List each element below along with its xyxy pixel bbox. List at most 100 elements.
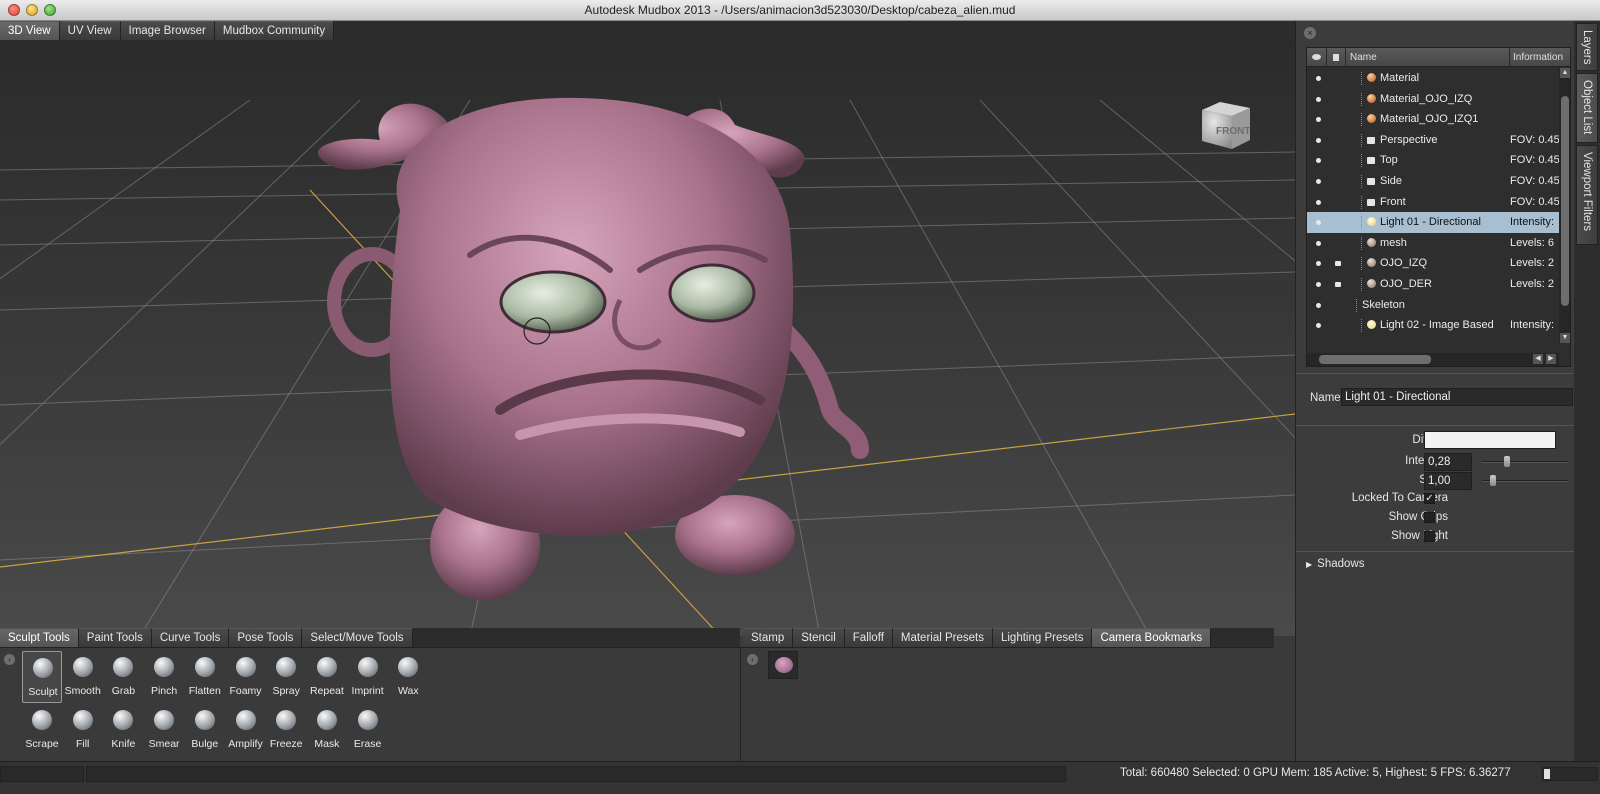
camera-bookmark-thumbnail[interactable] (768, 651, 798, 679)
tab-pose-tools[interactable]: Pose Tools (229, 628, 303, 647)
tab-lighting-presets[interactable]: Lighting Presets (992, 628, 1093, 647)
collapse-panel-button[interactable]: × (1304, 27, 1316, 39)
visibility-dot-icon[interactable] (1316, 96, 1321, 102)
tab-falloff[interactable]: Falloff (844, 628, 893, 647)
visibility-dot-icon[interactable] (1316, 117, 1321, 123)
object-list-row[interactable]: Skeleton (1307, 295, 1570, 316)
information-column-header[interactable]: Information (1510, 48, 1570, 67)
visibility-column-header[interactable] (1307, 48, 1327, 67)
object-list-row[interactable]: Material_OJO_IZQ (1307, 89, 1570, 110)
tray-collapse-icon[interactable]: ‹ (747, 654, 758, 665)
visibility-dot-icon[interactable] (1316, 261, 1321, 267)
scroll-down-arrow-icon[interactable]: ▼ (1560, 333, 1570, 343)
visibility-dot-icon[interactable] (1316, 199, 1321, 205)
lock-icon[interactable] (1335, 261, 1341, 267)
horizontal-scroll-thumb[interactable] (1319, 355, 1431, 364)
object-list-row[interactable]: OJO_IZQ Levels: 2 (1307, 253, 1570, 274)
object-list-horizontal-scrollbar[interactable]: ◀ ▶ (1307, 353, 1559, 366)
viewport-canvas[interactable]: FRONT (0, 40, 1295, 636)
tree-connector (1356, 298, 1357, 312)
scroll-up-arrow-icon[interactable]: ▲ (1560, 68, 1570, 78)
shadows-section-header[interactable]: ▶ Shadows (1306, 558, 1364, 570)
name-column-header[interactable]: Name (1346, 48, 1510, 67)
object-list-row[interactable]: OJO_DER Levels: 2 (1307, 274, 1570, 295)
visibility-dot-icon[interactable] (1316, 158, 1321, 164)
object-list-row[interactable]: Perspective FOV: 0.45 (1307, 130, 1570, 151)
scale-field[interactable]: 1,00 (1424, 472, 1472, 490)
name-field[interactable]: Light 01 - Directional (1341, 388, 1573, 406)
tray-collapse-icon[interactable]: ‹ (4, 654, 15, 665)
row-name: OJO_IZQ (1380, 257, 1428, 270)
row-name: Perspective (1380, 133, 1438, 146)
tool-wax[interactable]: Wax (388, 651, 428, 703)
3d-viewport[interactable]: FRONT (0, 40, 1295, 636)
tab-paint-tools[interactable]: Paint Tools (78, 628, 152, 647)
tab-image-browser[interactable]: Image Browser (120, 21, 215, 40)
object-list-row[interactable]: Material (1307, 68, 1570, 89)
tab-layers[interactable]: Layers (1576, 23, 1598, 71)
visibility-dot-icon[interactable] (1316, 323, 1321, 329)
intensity-slider[interactable] (1482, 456, 1568, 467)
material-icon (1367, 73, 1376, 82)
object-list-row[interactable]: Light 02 - Image Based Intensity: (1307, 315, 1570, 336)
tab-select-move-tools[interactable]: Select/Move Tools (302, 628, 413, 647)
tab-stencil[interactable]: Stencil (793, 628, 845, 647)
visibility-dot-icon[interactable] (1316, 240, 1321, 246)
scale-slider[interactable] (1482, 475, 1568, 486)
tab-stamp[interactable]: Stamp (743, 628, 794, 647)
visibility-dot-icon[interactable] (1316, 137, 1321, 143)
scroll-left-arrow-icon[interactable]: ◀ (1533, 354, 1543, 364)
view-cube[interactable]: FRONT (1202, 102, 1250, 149)
fill-tool-icon (72, 710, 93, 730)
object-list-table: Name Information Material Material_OJO_IZ… (1306, 47, 1571, 367)
row-name: OJO_DER (1380, 278, 1432, 290)
visibility-dot-icon[interactable] (1316, 179, 1321, 184)
diffuse-color-swatch[interactable] (1424, 431, 1556, 449)
tab-object-list[interactable]: Object List (1576, 73, 1598, 143)
object-list-vertical-scrollbar[interactable]: ▲ ▼ (1559, 68, 1570, 343)
tab-curve-tools[interactable]: Curve Tools (151, 628, 230, 647)
mesh-icon (1367, 237, 1376, 247)
tab-camera-bookmarks[interactable]: Camera Bookmarks (1092, 628, 1212, 647)
visibility-dot-icon[interactable] (1316, 220, 1321, 226)
show-light-checkbox[interactable] (1424, 531, 1435, 542)
tab-material-presets[interactable]: Material Presets (892, 628, 993, 647)
status-info-field (86, 766, 1066, 782)
wax-tool-icon (398, 657, 419, 677)
tab-viewport-filters[interactable]: Viewport Filters (1576, 145, 1598, 245)
vertical-scroll-thumb[interactable] (1561, 96, 1569, 306)
divider (1296, 373, 1575, 374)
eye-icon (1312, 54, 1321, 60)
bulge-tool-icon (194, 710, 215, 730)
object-list-row[interactable]: Top FOV: 0.45 (1307, 150, 1570, 171)
visibility-dot-icon[interactable] (1316, 302, 1321, 308)
scale-slider-thumb[interactable] (1490, 475, 1496, 486)
tab-sculpt-tools[interactable]: Sculpt Tools (0, 628, 79, 647)
intensity-field[interactable]: 0,28 (1424, 453, 1472, 471)
tab-uv-view[interactable]: UV View (59, 21, 121, 40)
close-window-button[interactable] (8, 4, 20, 16)
object-list-row[interactable]: Light 01 - Directional Intensity: (1307, 212, 1570, 233)
light-icon (1367, 217, 1376, 227)
object-list-row[interactable]: Side FOV: 0.45 (1307, 171, 1570, 192)
object-list-row[interactable]: Front FOV: 0.45 (1307, 192, 1570, 213)
freeze-tool-icon (276, 710, 297, 730)
camera-icon (1367, 198, 1375, 206)
row-information: Intensity: (1510, 319, 1555, 332)
lock-column-header[interactable] (1327, 48, 1346, 67)
imprint-tool-icon (357, 657, 378, 677)
scroll-right-arrow-icon[interactable]: ▶ (1546, 354, 1556, 364)
show-grips-checkbox[interactable] (1424, 512, 1435, 523)
minimize-window-button[interactable] (26, 4, 38, 16)
tab-3d-view[interactable]: 3D View (0, 21, 60, 40)
intensity-slider-thumb[interactable] (1504, 456, 1511, 467)
lock-icon[interactable] (1335, 282, 1341, 287)
tool-erase[interactable]: Erase (348, 704, 388, 756)
locked-to-camera-checkbox[interactable]: ✓ (1424, 493, 1435, 504)
visibility-dot-icon[interactable] (1316, 282, 1321, 287)
zoom-window-button[interactable] (44, 4, 56, 16)
object-list-row[interactable]: Material_OJO_IZQ1 (1307, 109, 1570, 130)
object-list-row[interactable]: mesh Levels: 6 (1307, 233, 1570, 254)
visibility-dot-icon[interactable] (1316, 76, 1321, 81)
tab-mudbox-community[interactable]: Mudbox Community (214, 21, 335, 40)
